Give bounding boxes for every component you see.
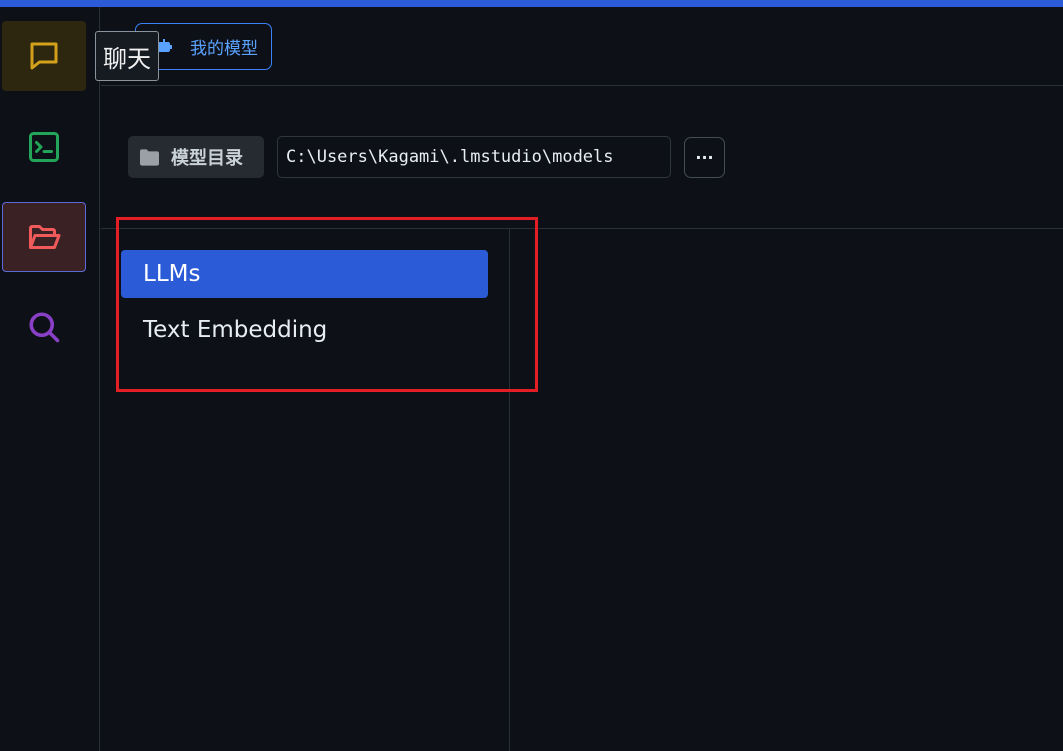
category-item-llms[interactable]: LLMs [121,250,488,298]
sidebar-item-my-models[interactable] [2,202,86,272]
category-item-text-embedding[interactable]: Text Embedding [121,306,488,354]
terminal-icon [29,132,59,162]
message-square-icon [30,42,58,70]
model-directory-text: 模型目录 [171,148,243,169]
sidebar-item-search[interactable] [2,292,86,362]
highlight-annotation-box [116,217,538,392]
header-divider [101,85,1063,86]
model-directory-label: 模型目录 [128,136,264,178]
tooltip: 聊天 [95,31,159,81]
search-icon [29,312,60,343]
sidebar-item-chat[interactable] [2,21,86,91]
model-directory-path[interactable]: C:\Users\Kagami\.lmstudio\models [277,136,671,178]
folder-icon [140,148,159,166]
tab-label: 我的模型 [190,39,258,59]
more-options-button[interactable]: ··· [684,137,725,178]
sidebar [0,7,100,751]
toolbar-divider [101,228,1063,229]
folder-open-icon [29,225,61,249]
sidebar-item-terminal[interactable] [2,112,86,182]
panel-divider [509,229,510,751]
top-accent-bar [0,0,1063,7]
